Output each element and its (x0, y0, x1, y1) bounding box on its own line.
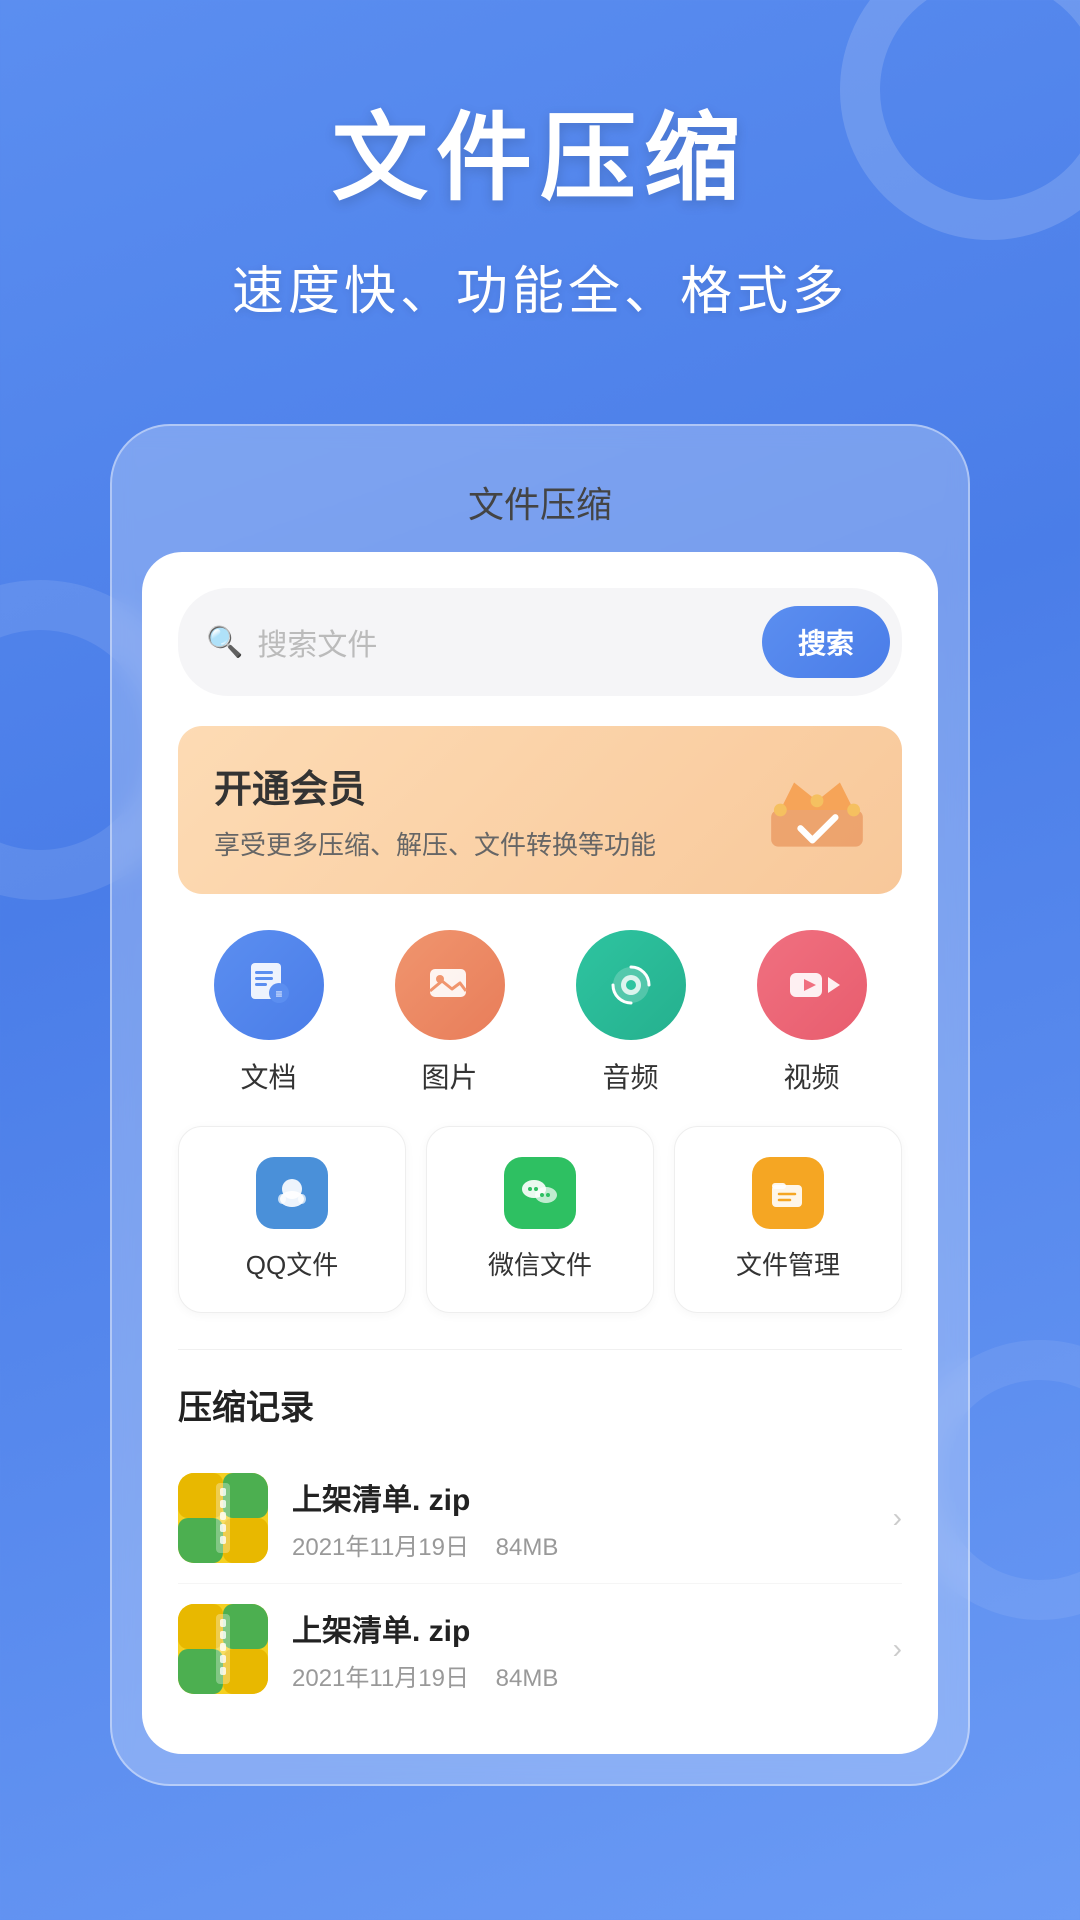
qq-icon-box (256, 1157, 328, 1229)
files-icon-box (752, 1157, 824, 1229)
tool-label-files: 文件管理 (736, 1245, 840, 1282)
hero-section: 文件压缩 速度快、功能全、格式多 (0, 0, 1080, 364)
record-name-0: 上架清单. zip (292, 1475, 869, 1519)
video-icon (784, 957, 840, 1013)
zip-icon-1 (178, 1604, 268, 1694)
doc-icon: ≡ (241, 957, 297, 1013)
tool-row: QQ文件 微信文件 (178, 1126, 902, 1313)
search-icon: 🔍 (206, 625, 243, 660)
hero-title: 文件压缩 (60, 80, 1020, 219)
phone-header-title: 文件压缩 (468, 484, 612, 525)
files-icon (766, 1171, 810, 1215)
image-icon (422, 957, 478, 1013)
record-meta-1: 2021年11月19日 84MB (292, 1658, 869, 1693)
feature-item-image[interactable]: 图片 (395, 930, 505, 1096)
feature-row: ≡ 文档 图片 (178, 930, 902, 1096)
vip-banner[interactable]: 开通会员 享受更多压缩、解压、文件转换等功能 (178, 726, 902, 894)
svg-text:≡: ≡ (275, 987, 282, 1001)
tool-item-files[interactable]: 文件管理 (674, 1126, 902, 1313)
phone-header: 文件压缩 (142, 456, 938, 552)
tool-item-wechat[interactable]: 微信文件 (426, 1126, 654, 1313)
feature-label-doc: 文档 (240, 1056, 296, 1096)
feature-item-doc[interactable]: ≡ 文档 (214, 930, 324, 1096)
search-bar: 🔍 搜索文件 搜索 (178, 588, 902, 696)
record-arrow-0: › (893, 1502, 902, 1534)
zip-file-icon-1 (178, 1604, 268, 1694)
zip-icon-0 (178, 1473, 268, 1563)
phone-inner: 🔍 搜索文件 搜索 开通会员 享受更多压缩、解压、文件转换等功能 (142, 552, 938, 1754)
feature-circle-audio (576, 930, 686, 1040)
feature-item-audio[interactable]: 音频 (576, 930, 686, 1096)
section-divider (178, 1349, 902, 1350)
audio-icon (603, 957, 659, 1013)
tool-label-qq: QQ文件 (246, 1245, 338, 1282)
phone-mockup: 文件压缩 🔍 搜索文件 搜索 开通会员 享受更多压缩、解压、文件转换等功能 (110, 424, 970, 1786)
records-title: 压缩记录 (178, 1380, 902, 1429)
tool-label-wechat: 微信文件 (488, 1245, 592, 1282)
feature-label-audio: 音频 (602, 1056, 658, 1096)
wechat-icon (518, 1171, 562, 1215)
record-info-0: 上架清单. zip 2021年11月19日 84MB (292, 1475, 869, 1562)
search-button[interactable]: 搜索 (762, 606, 890, 678)
wechat-icon-box (504, 1157, 576, 1229)
feature-label-video: 视频 (783, 1056, 839, 1096)
feature-label-image: 图片 (421, 1056, 477, 1096)
record-info-1: 上架清单. zip 2021年11月19日 84MB (292, 1606, 869, 1693)
feature-circle-video (757, 930, 867, 1040)
hero-subtitle: 速度快、功能全、格式多 (60, 249, 1020, 324)
record-item-1[interactable]: 上架清单. zip 2021年11月19日 84MB › (178, 1583, 902, 1714)
feature-item-video[interactable]: 视频 (757, 930, 867, 1096)
zip-file-icon-0 (178, 1473, 268, 1563)
feature-circle-doc: ≡ (214, 930, 324, 1040)
qq-icon (270, 1171, 314, 1215)
record-name-1: 上架清单. zip (292, 1606, 869, 1650)
vip-crown-icon (762, 755, 872, 865)
record-arrow-1: › (893, 1633, 902, 1665)
tool-item-qq[interactable]: QQ文件 (178, 1126, 406, 1313)
record-item-0[interactable]: 上架清单. zip 2021年11月19日 84MB › (178, 1453, 902, 1583)
feature-circle-image (395, 930, 505, 1040)
search-input-placeholder[interactable]: 搜索文件 (257, 620, 762, 664)
record-meta-0: 2021年11月19日 84MB (292, 1527, 869, 1562)
